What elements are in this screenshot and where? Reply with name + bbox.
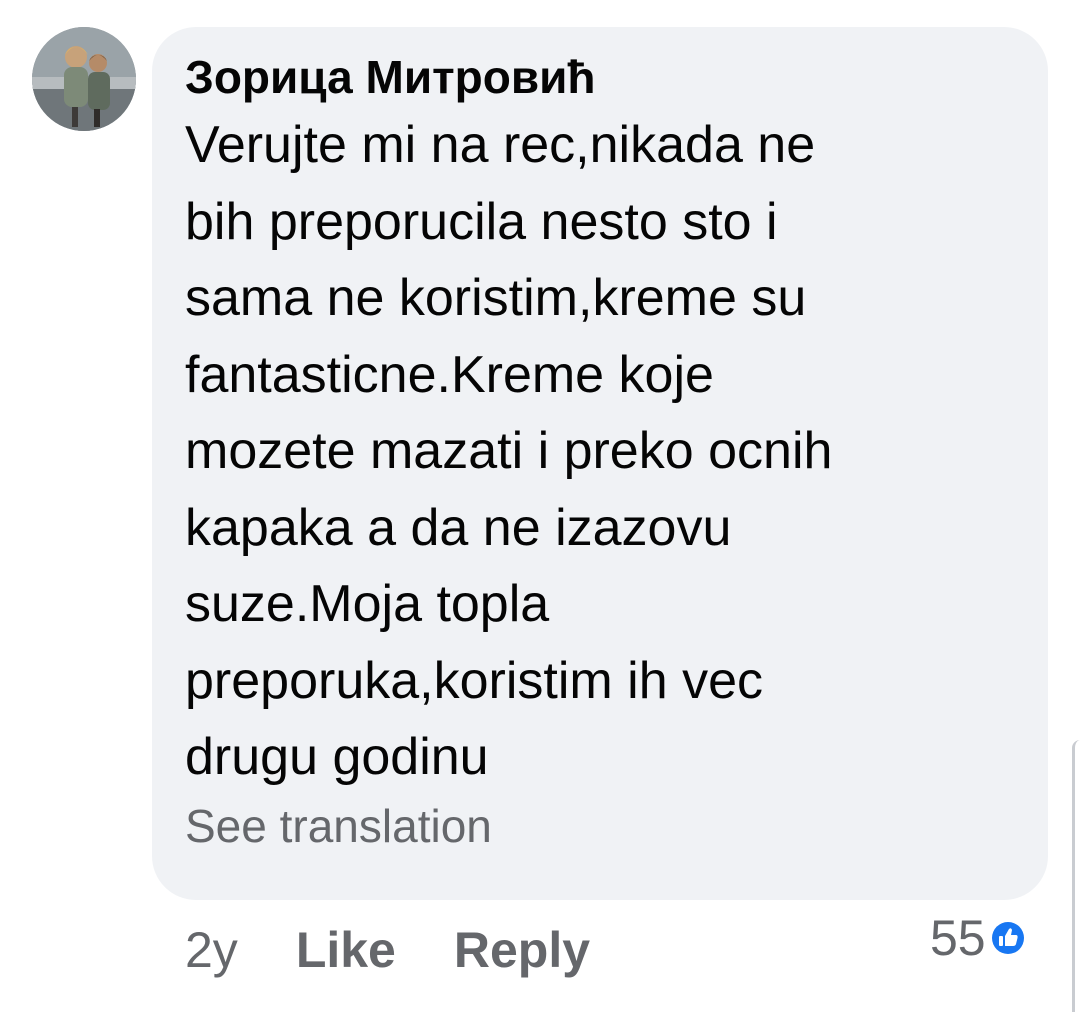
- comment-line: bih preporucila nesto sto i: [185, 192, 778, 251]
- comment-actions: 2y Like Reply: [185, 918, 590, 982]
- comment-author[interactable]: Зорица Митровић: [185, 49, 1018, 105]
- comment-line: suze.Moja topla: [185, 575, 550, 633]
- thumbs-up-icon: [988, 918, 1028, 958]
- thread-connector-line: [1072, 740, 1080, 1012]
- reply-button[interactable]: Reply: [454, 921, 590, 979]
- avatar[interactable]: [32, 27, 136, 131]
- comment-line: mozete mazati i preko ocnih: [185, 422, 833, 480]
- comment-line: sama ne koristim,kreme su: [185, 269, 807, 327]
- comment-line: drugu godinu: [185, 728, 489, 786]
- reaction-summary[interactable]: 55: [930, 910, 1028, 966]
- comment-line: preporuka,koristim ih vec: [185, 651, 763, 710]
- comment-text: Verujte mi na rec,nikada ne bih preporuc…: [185, 107, 1018, 796]
- comment-bubble: Зорица Митровић Verujte mi na rec,nikada…: [152, 27, 1048, 900]
- see-translation-link[interactable]: See translation: [185, 798, 1018, 854]
- comment-line: Verujte mi na rec,nikada ne: [185, 116, 816, 174]
- like-button[interactable]: Like: [296, 921, 396, 979]
- comment-line: fantasticne.Kreme koje: [185, 345, 714, 404]
- comment-line: kapaka a da ne izazovu: [185, 498, 732, 557]
- reaction-count: 55: [930, 910, 986, 966]
- comment-timestamp[interactable]: 2y: [185, 921, 238, 979]
